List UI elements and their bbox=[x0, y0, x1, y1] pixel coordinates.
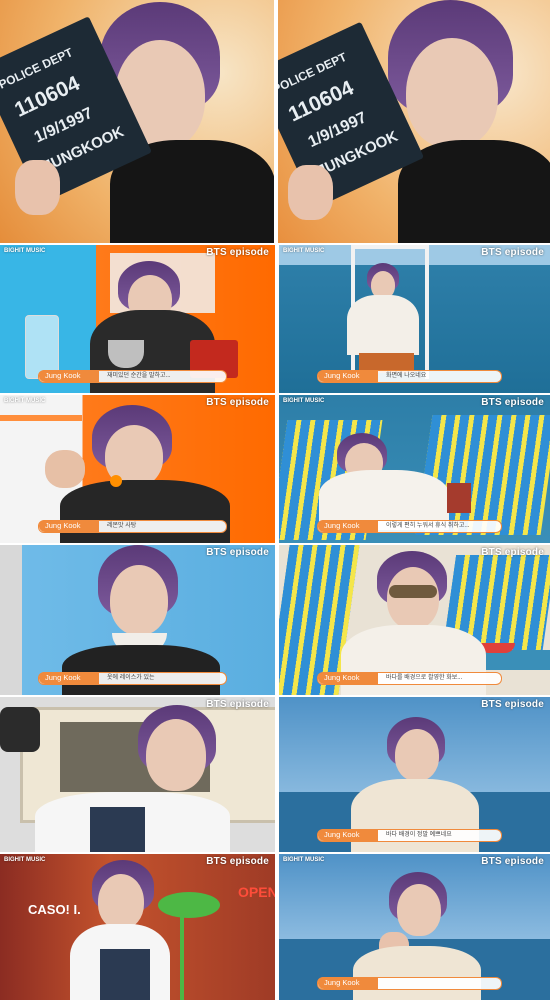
label-logo: BIGHIT MUSIC bbox=[283, 248, 325, 254]
face bbox=[387, 567, 439, 629]
watermark: BTS episode bbox=[206, 247, 269, 258]
magazine bbox=[447, 483, 471, 513]
face bbox=[395, 729, 439, 781]
caption-name: Jung Kook bbox=[39, 520, 99, 532]
hand bbox=[288, 165, 333, 220]
black-jacket bbox=[62, 645, 220, 695]
caption-bar: Jung Kook bbox=[317, 977, 502, 990]
face bbox=[146, 719, 206, 791]
face bbox=[406, 38, 498, 148]
lace-portrait-panel: BTS episode Jung Kook 옷에 레이스가 있는 bbox=[0, 545, 275, 695]
caption-name: Jung Kook bbox=[318, 672, 378, 684]
caption-text: 옷에 레이스가 있는 bbox=[107, 675, 155, 681]
label-logo: BIGHIT MUSIC bbox=[4, 857, 46, 863]
mugshot-panel-left: POLICE DEPT 110604 1/9/1997 JUNGKOOK bbox=[0, 0, 274, 243]
hand-with-candy bbox=[45, 450, 85, 488]
shelf bbox=[0, 415, 82, 421]
caption-name: Jung Kook bbox=[318, 977, 378, 989]
caption-bar: Jung Kook 바다를 배경으로 촬영한 화보... bbox=[317, 672, 502, 685]
mop-stick bbox=[180, 912, 184, 1000]
label-logo: BIGHIT MUSIC bbox=[4, 398, 46, 404]
parked-car bbox=[0, 707, 40, 752]
caption-name: Jung Kook bbox=[318, 370, 378, 382]
caption-text: 바다를 배경으로 촬영한 화보... bbox=[386, 675, 463, 681]
watermark: BTS episode bbox=[206, 547, 269, 558]
label-logo: BIGHIT MUSIC bbox=[4, 248, 46, 254]
watermark: BTS episode bbox=[206, 699, 269, 710]
face bbox=[397, 884, 441, 936]
watermark: BTS episode bbox=[481, 247, 544, 258]
lifeguard-panel: BIGHIT MUSIC BTS episode Jung Kook 화면에 나… bbox=[279, 245, 550, 393]
watermark: BTS episode bbox=[481, 547, 544, 558]
caption-bar: Jung Kook 바다 배경이 정말 예쁘네요 bbox=[317, 829, 502, 842]
beach-chair-panel: BIGHIT MUSIC BTS episode Jung Kook 이렇게 편… bbox=[279, 395, 550, 543]
caption-name: Jung Kook bbox=[39, 672, 99, 684]
thumbs-up-panel: BIGHIT MUSIC BTS episode Jung Kook bbox=[279, 854, 550, 1000]
caption-bar: Jung Kook 옷에 레이스가 있는 bbox=[38, 672, 227, 685]
candy bbox=[110, 475, 122, 487]
bowl bbox=[108, 340, 144, 368]
kitchen-panel: BIGHIT MUSIC BTS episode Jung Kook 재미있던 … bbox=[0, 245, 275, 393]
truck-panel: BTS episode bbox=[0, 697, 275, 852]
caption-text: 레몬맛 사탕 bbox=[107, 523, 137, 529]
overalls bbox=[90, 807, 145, 852]
label-logo: BIGHIT MUSIC bbox=[283, 857, 325, 863]
caption-bar: Jung Kook 레몬맛 사탕 bbox=[38, 520, 227, 533]
overalls bbox=[100, 949, 150, 1000]
caption-bar: Jung Kook 재미있던 순간을 말하고... bbox=[38, 370, 227, 383]
open-sign: OPEN bbox=[238, 884, 275, 900]
black-jacket bbox=[60, 480, 230, 543]
cream-shirt bbox=[353, 946, 481, 1000]
hand bbox=[15, 160, 60, 215]
green-mop bbox=[158, 892, 220, 918]
watermark: BTS episode bbox=[206, 397, 269, 408]
face bbox=[110, 565, 168, 635]
caption-bar: Jung Kook 화면에 나오네요 bbox=[317, 370, 502, 383]
mugshot-panel-right: POLICE DEPT 110604 1/9/1997 JUNGKOOK bbox=[278, 0, 550, 243]
label-logo: BIGHIT MUSIC bbox=[283, 398, 325, 404]
caption-name: Jung Kook bbox=[318, 520, 378, 532]
sunglasses-icon bbox=[389, 585, 437, 598]
face bbox=[98, 874, 144, 929]
sunglasses-panel: BTS episode Jung Kook 바다를 배경으로 촬영한 화보... bbox=[279, 545, 550, 695]
caption-name: Jung Kook bbox=[318, 829, 378, 841]
candy-panel: BIGHIT MUSIC BTS episode Jung Kook 레몬맛 사… bbox=[0, 395, 275, 543]
caption-text: 이렇게 편히 누워서 휴식 취하고... bbox=[386, 523, 470, 529]
sign-left: CASO! I. bbox=[28, 902, 81, 917]
caption-text: 바다 배경이 정말 예쁘네요 bbox=[386, 832, 452, 838]
watermark: BTS episode bbox=[481, 856, 544, 867]
caption-bar: Jung Kook 이렇게 편히 누워서 휴식 취하고... bbox=[317, 520, 502, 533]
caption-text: 화면에 나오네요 bbox=[386, 373, 427, 379]
seaside-panel: BTS episode Jung Kook 바다 배경이 정말 예쁘네요 bbox=[279, 697, 550, 852]
watermark: BTS episode bbox=[481, 397, 544, 408]
white-shirt bbox=[347, 295, 419, 355]
watermark: BTS episode bbox=[206, 856, 269, 867]
caption-text: 재미있던 순간을 말하고... bbox=[107, 373, 171, 379]
watermark: BTS episode bbox=[481, 699, 544, 710]
store-panel: CASO! I. OPEN BIGHIT MUSIC BTS episode bbox=[0, 854, 275, 1000]
caption-name: Jung Kook bbox=[39, 370, 99, 382]
